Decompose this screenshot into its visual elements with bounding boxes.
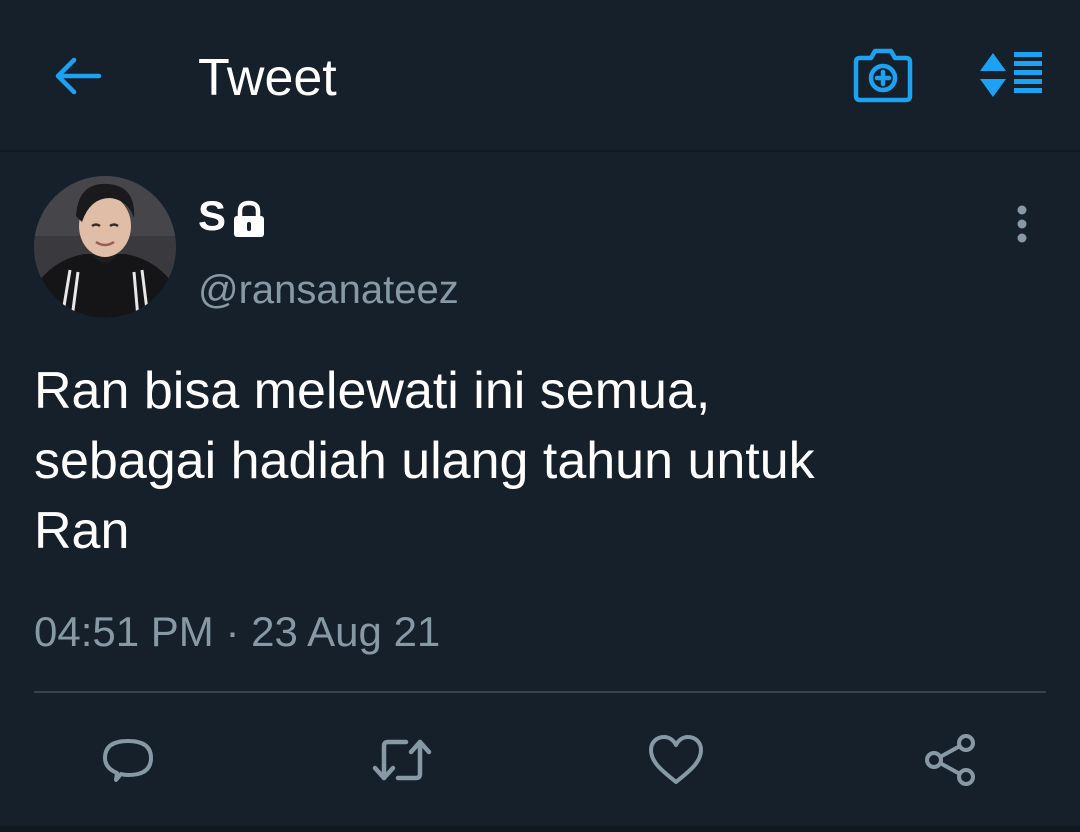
like-button[interactable]	[644, 728, 708, 792]
reply-icon	[103, 739, 153, 782]
bottom-separator	[0, 826, 1080, 832]
more-vertical-icon	[1017, 205, 1027, 243]
tweet-timestamp[interactable]: 04:51 PM · 23 Aug 21	[34, 606, 440, 658]
top-app-bar: Tweet	[0, 0, 1080, 152]
like-icon	[649, 735, 703, 784]
divider	[34, 691, 1046, 693]
share-icon	[925, 734, 975, 786]
arrow-left-icon	[55, 57, 102, 95]
more-options-button[interactable]	[1000, 196, 1044, 252]
back-button[interactable]	[44, 46, 110, 106]
display-name-text: S	[198, 192, 227, 239]
author-display-name[interactable]: S	[198, 188, 268, 244]
share-button[interactable]	[918, 728, 982, 792]
sort-button[interactable]	[972, 42, 1052, 108]
sort-lines-icon	[980, 52, 1042, 97]
page-title: Tweet	[198, 49, 337, 107]
author-handle[interactable]: @ransanateez	[198, 266, 459, 314]
camera-button[interactable]	[848, 42, 918, 108]
reply-button[interactable]	[96, 728, 160, 792]
profile-photo	[34, 176, 176, 318]
tweet-text: Ran bisa melewati ini semua, sebagai had…	[34, 362, 815, 560]
retweet-button[interactable]	[370, 728, 434, 792]
retweet-icon	[372, 739, 432, 781]
camera-add-icon	[853, 48, 913, 103]
lock-icon	[230, 199, 268, 239]
avatar[interactable]	[34, 176, 176, 318]
